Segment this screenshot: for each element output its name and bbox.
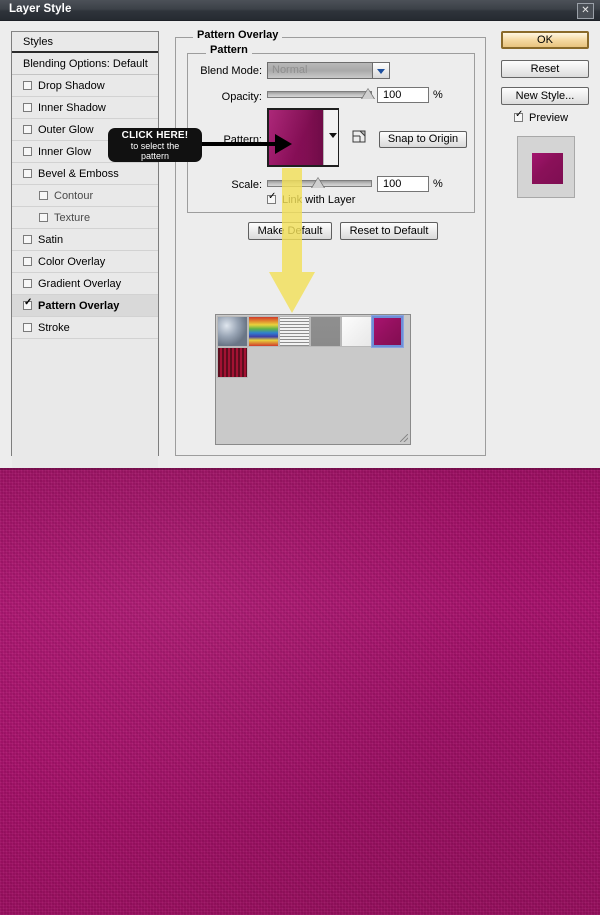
pattern-swatch-dark-red-stripes-pattern[interactable]	[217, 347, 248, 378]
annotation-arrow-head	[275, 134, 292, 154]
sidebar-item-inner-shadow[interactable]: Inner Shadow	[12, 97, 158, 119]
new-preset-glyph	[352, 130, 366, 143]
opacity-input[interactable]: 100	[377, 87, 429, 103]
checkbox[interactable]	[23, 234, 32, 244]
blend-mode-select[interactable]: Normal	[267, 62, 374, 79]
pattern-swatch-solid-gray-pattern[interactable]	[310, 316, 341, 347]
ok-button[interactable]: OK	[501, 31, 589, 49]
scale-unit: %	[433, 178, 443, 190]
click-here-tooltip: CLICK HERE! to select the pattern	[108, 128, 202, 162]
opacity-label: Opacity:	[221, 91, 262, 103]
pattern-swatch-horizontal-lines-pattern[interactable]	[279, 316, 310, 347]
sidebar-item-drop-shadow[interactable]: Drop Shadow	[12, 75, 158, 97]
layer-style-dialog: Layer Style ✕ Styles Blending Options: D…	[0, 0, 600, 468]
sidebar-item-label: Satin	[38, 234, 64, 246]
snap-to-origin-button[interactable]: Snap to Origin	[379, 131, 467, 148]
sidebar-item-gradient-overlay[interactable]: Gradient Overlay	[12, 273, 158, 295]
window-title: Layer Style	[9, 3, 72, 15]
pattern-swatch-fill	[249, 317, 278, 346]
reset-to-default-button[interactable]: Reset to Default	[340, 222, 438, 240]
styles-list-filler	[12, 339, 158, 468]
pattern-swatch-fill	[218, 317, 247, 346]
opacity-slider-track[interactable]	[267, 91, 372, 98]
sidebar-item-label: Outer Glow	[38, 124, 94, 136]
sidebar-item-blending-options[interactable]: Blending Options: Default	[12, 53, 158, 75]
styles-list-panel: Styles Blending Options: Default Drop Sh…	[11, 31, 159, 468]
pattern-swatch-fill	[280, 317, 309, 346]
sidebar-item-label: Drop Shadow	[38, 80, 105, 92]
blend-mode-label: Blend Mode:	[200, 65, 262, 77]
pattern-dropdown-arrow-icon[interactable]	[329, 133, 338, 140]
sidebar-item-pattern-overlay[interactable]: Pattern Overlay	[12, 295, 158, 317]
texture-top-edge	[0, 468, 600, 470]
chevron-down-icon[interactable]	[372, 62, 390, 79]
new-style-button[interactable]: New Style...	[501, 87, 589, 105]
styles-rows: Drop Shadow Inner Shadow Outer Glow Inner G…	[12, 75, 158, 339]
pattern-subgroup-title: Pattern	[206, 44, 252, 56]
resize-handle-icon[interactable]	[400, 434, 408, 442]
new-preset-icon[interactable]	[352, 130, 367, 144]
sidebar-item-texture[interactable]: Texture	[12, 207, 158, 229]
checkbox[interactable]	[23, 146, 32, 156]
sidebar-item-label: Pattern Overlay	[38, 300, 120, 312]
opacity-slider-thumb[interactable]	[361, 88, 375, 100]
annotation-arrow-line	[200, 142, 282, 146]
reset-button[interactable]: Reset	[501, 60, 589, 78]
sidebar-item-label: Gradient Overlay	[38, 278, 122, 290]
close-icon[interactable]: ✕	[577, 3, 594, 19]
magenta-texture-background	[0, 468, 600, 915]
opacity-unit: %	[433, 89, 443, 101]
styles-list-header: Styles	[12, 32, 158, 53]
preview-checkbox-row[interactable]: Preview	[514, 110, 569, 124]
pattern-swatch-rainbow-pattern[interactable]	[248, 316, 279, 347]
pattern-swatch-fill	[311, 317, 340, 346]
pattern-swatch-grid	[217, 315, 409, 378]
sidebar-item-label: Inner Glow	[38, 146, 92, 158]
yellow-arrow-annotation	[269, 168, 315, 313]
preview-thumbnail-box	[517, 136, 575, 198]
pattern-overlay-group-title: Pattern Overlay	[193, 29, 283, 41]
checkbox[interactable]	[23, 80, 32, 90]
checkbox[interactable]	[23, 124, 32, 134]
sidebar-item-satin[interactable]: Satin	[12, 229, 158, 251]
preview-label: Preview	[529, 112, 569, 124]
pattern-swatch-white-paper-pattern[interactable]	[341, 316, 372, 347]
tooltip-line-3: pattern	[140, 151, 170, 161]
checkbox[interactable]	[23, 256, 32, 266]
sidebar-item-label: Texture	[54, 212, 91, 224]
pattern-swatch-bubbles-pattern[interactable]	[217, 316, 248, 347]
sidebar-item-label: Stroke	[38, 322, 70, 334]
sidebar-item-label: Color Overlay	[38, 256, 106, 268]
pattern-picker-popup[interactable]	[215, 314, 411, 445]
sidebar-item-label: Inner Shadow	[38, 102, 106, 114]
sidebar-item-color-overlay[interactable]: Color Overlay	[12, 251, 158, 273]
pattern-swatch-fill	[374, 318, 401, 345]
sidebar-item-label: Contour	[54, 190, 94, 202]
sidebar-item-contour[interactable]: Contour	[12, 185, 158, 207]
sidebar-item-stroke[interactable]: Stroke	[12, 317, 158, 339]
checkbox[interactable]	[23, 298, 32, 310]
checkbox[interactable]	[23, 168, 32, 178]
checkbox[interactable]	[39, 190, 48, 200]
tooltip-line-2: to select the	[130, 141, 180, 151]
pattern-swatch-magenta-pattern[interactable]	[371, 315, 404, 348]
pattern-swatch-fill	[218, 348, 247, 377]
sidebar-item-label: Bevel & Emboss	[38, 168, 119, 180]
checkbox[interactable]	[39, 212, 48, 222]
checkbox[interactable]	[23, 278, 32, 288]
scale-label: Scale:	[231, 179, 262, 191]
preview-checkbox[interactable]	[514, 110, 523, 122]
title-bar: Layer Style ✕	[0, 0, 600, 21]
pattern-swatch-fill	[342, 317, 371, 346]
sidebar-item-bevel-emboss[interactable]: Bevel & Emboss	[12, 163, 158, 185]
checkbox[interactable]	[23, 102, 32, 112]
scale-input[interactable]: 100	[377, 176, 429, 192]
checkbox[interactable]	[23, 322, 32, 332]
preview-thumbnail	[532, 153, 563, 184]
tooltip-line-1: CLICK HERE!	[121, 130, 189, 141]
